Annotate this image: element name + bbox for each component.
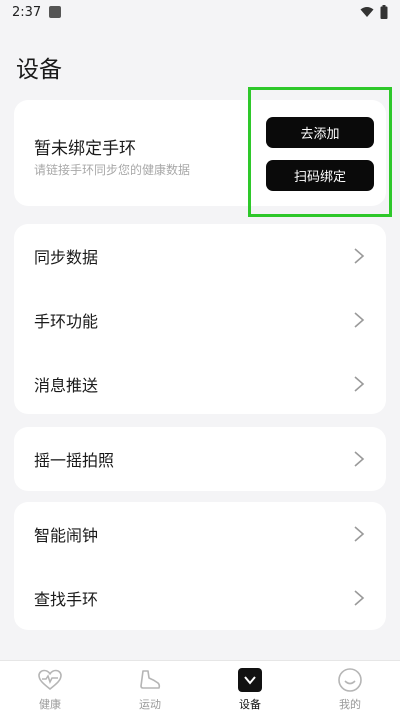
nav-tab-health[interactable]: 健康 <box>0 661 100 712</box>
notification-icon <box>49 6 62 18</box>
menu-label: 消息推送 <box>34 376 99 395</box>
chevron-right-icon <box>354 526 365 542</box>
battery-icon <box>380 5 388 19</box>
menu-row-band-functions[interactable]: 手环功能 <box>14 288 386 352</box>
device-icon <box>238 668 262 692</box>
menu-label: 手环功能 <box>34 312 99 331</box>
add-device-button[interactable]: 去添加 <box>266 117 374 148</box>
status-time: 2:37 <box>12 4 42 20</box>
menu-card-camera: 摇一摇拍照 <box>14 427 386 491</box>
menu-label: 查找手环 <box>34 590 99 609</box>
menu-card-tools: 智能闹钟 查找手环 <box>14 502 386 630</box>
menu-card-data: 同步数据 手环功能 消息推送 <box>14 224 386 414</box>
heart-pulse-icon <box>38 669 62 691</box>
status-icons <box>360 5 388 19</box>
nav-label: 设备 <box>239 698 261 711</box>
chevron-right-icon <box>354 312 365 328</box>
nav-tab-mine[interactable]: 我的 <box>300 661 400 712</box>
nav-label: 运动 <box>139 698 161 711</box>
chevron-right-icon <box>354 451 365 467</box>
scan-bind-button[interactable]: 扫码绑定 <box>266 160 374 191</box>
nav-label: 健康 <box>39 698 61 711</box>
nav-tab-device[interactable]: 设备 <box>200 661 300 712</box>
menu-label: 智能闹钟 <box>34 526 99 545</box>
menu-row-shake-photo[interactable]: 摇一摇拍照 <box>14 427 386 491</box>
menu-label: 摇一摇拍照 <box>34 451 115 470</box>
menu-row-smart-alarm[interactable]: 智能闹钟 <box>14 502 386 566</box>
menu-label: 同步数据 <box>34 248 99 267</box>
unbound-subtitle: 请链接手环同步您的健康数据 <box>34 163 191 177</box>
bottom-nav: 健康 运动 设备 我的 <box>0 660 400 712</box>
chevron-right-icon <box>354 248 365 264</box>
menu-row-message-push[interactable]: 消息推送 <box>14 352 386 416</box>
nav-tab-sport[interactable]: 运动 <box>100 661 200 712</box>
wifi-icon <box>360 7 374 17</box>
smiley-icon <box>338 668 362 692</box>
status-bar: 2:37 <box>0 0 400 24</box>
unbound-title: 暂未绑定手环 <box>34 139 136 159</box>
chevron-right-icon <box>354 590 365 606</box>
chevron-right-icon <box>354 376 365 392</box>
menu-row-find-band[interactable]: 查找手环 <box>14 566 386 630</box>
shoe-icon <box>140 670 161 689</box>
nav-label: 我的 <box>339 698 361 711</box>
menu-row-sync-data[interactable]: 同步数据 <box>14 224 386 288</box>
page-title: 设备 <box>16 57 62 83</box>
